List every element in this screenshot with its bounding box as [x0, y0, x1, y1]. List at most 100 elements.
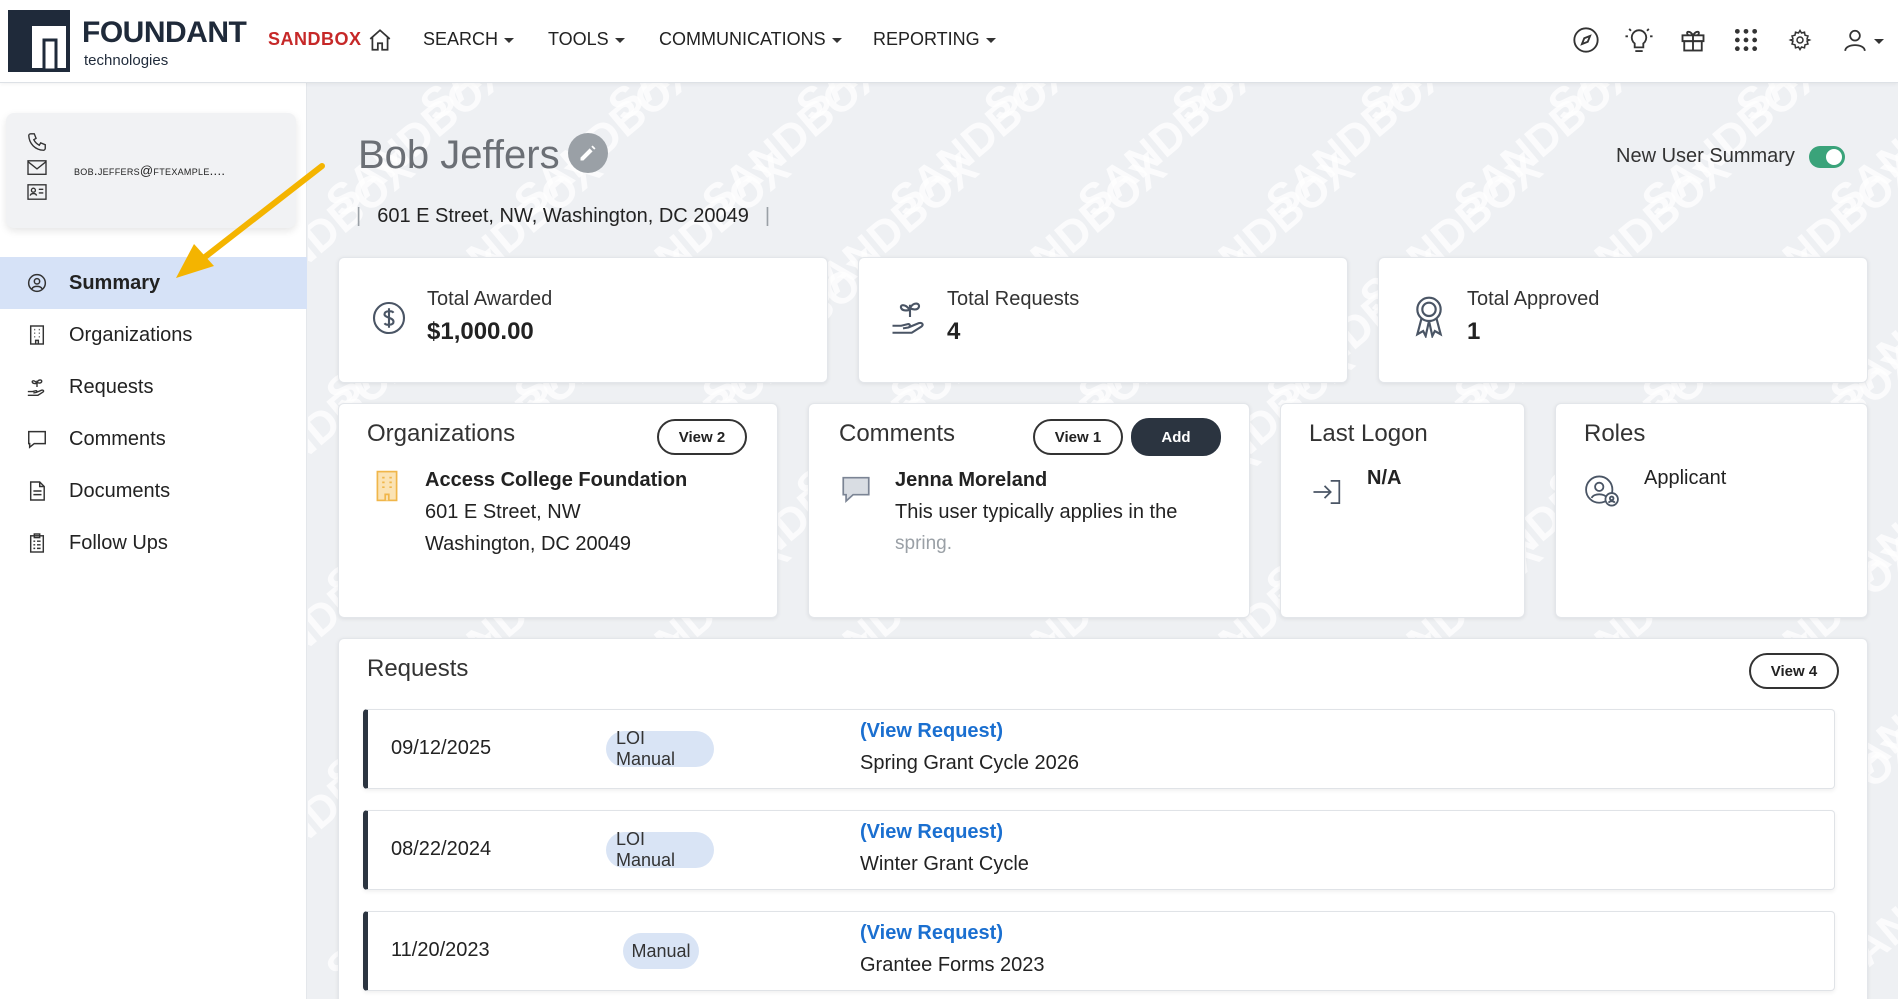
role-value: Applicant: [1644, 467, 1727, 489]
stat-card-total-approved: Total Approved 1: [1378, 257, 1868, 383]
compass-icon[interactable]: [1570, 24, 1602, 56]
chevron-down-icon: [1874, 38, 1884, 44]
chevron-down-icon: [831, 38, 842, 43]
hand-plant-icon: [26, 376, 48, 398]
view-requests-button[interactable]: View 4: [1749, 653, 1839, 689]
watermark-text: SANDBOX: [787, 83, 987, 131]
sidebar-item-organizations[interactable]: Organizations: [0, 309, 307, 361]
roles-card: Roles Applicant: [1555, 403, 1868, 618]
user-role-icon: [1585, 475, 1619, 507]
pencil-icon: [580, 145, 596, 161]
watermark-text: SANDBOX: [411, 83, 611, 131]
sidebar-item-label: Organizations: [69, 323, 193, 346]
request-name: Winter Grant Cycle: [860, 853, 1029, 875]
watermark-text: SANDBOX: [1163, 83, 1363, 131]
menu-reporting[interactable]: REPORTING: [873, 29, 996, 50]
request-type-badge: LOI Manual: [606, 728, 714, 769]
new-user-summary: New User Summary: [1616, 145, 1845, 168]
stat-label: Total Requests: [947, 288, 1080, 310]
comment-text: This user typically applies in the: [895, 501, 1178, 523]
menu-reporting-label: REPORTING: [873, 29, 980, 49]
sidebar-item-documents[interactable]: Documents: [0, 465, 307, 517]
last-logon-value: N/A: [1367, 467, 1402, 489]
view-request-link[interactable]: (View Request): [860, 922, 1003, 945]
sidebar: bob.jeffers@FTExample.... Summary Organi…: [0, 83, 307, 999]
watermark-text: SANDBOX: [1445, 83, 1645, 227]
sidebar-item-label: Comments: [69, 427, 166, 450]
sidebar-item-summary[interactable]: Summary: [0, 257, 307, 309]
logo-name: FOUNDANT: [82, 16, 247, 49]
last-logon-card: Last Logon N/A: [1280, 403, 1525, 618]
request-name: Grantee Forms 2023: [860, 954, 1045, 976]
sidebar-item-label: Documents: [69, 479, 171, 502]
divider: |: [764, 205, 771, 227]
view-request-link[interactable]: (View Request): [860, 821, 1003, 844]
card-title: Comments: [839, 420, 956, 447]
gift-icon[interactable]: [1677, 24, 1709, 56]
request-type-badge: LOI Manual: [606, 829, 714, 870]
watermark-text: SANDBOX: [1069, 83, 1269, 227]
sidebar-item-comments[interactable]: Comments: [0, 413, 307, 465]
org-city: Washington, DC 20049: [425, 533, 632, 555]
hand-plant-icon: [892, 302, 924, 334]
user-menu[interactable]: [1840, 24, 1886, 56]
watermark-text: SANDBOX: [975, 83, 1175, 131]
menu-tools[interactable]: TOOLS: [548, 29, 625, 50]
new-user-summary-label: New User Summary: [1616, 145, 1795, 167]
phone-icon[interactable]: [26, 131, 48, 153]
org-name[interactable]: Access College Foundation: [425, 464, 687, 496]
clipboard-icon: [26, 532, 48, 554]
lightbulb-icon[interactable]: [1623, 24, 1655, 56]
contact-icons: [26, 131, 48, 201]
foundant-logo-mark: [8, 10, 70, 72]
gear-icon[interactable]: [1784, 24, 1816, 56]
stat-label: Total Awarded: [427, 288, 553, 310]
request-date: 11/20/2023: [391, 939, 490, 961]
request-date: 08/22/2024: [391, 838, 492, 860]
card-title: Roles: [1584, 420, 1646, 447]
view-organizations-button[interactable]: View 2: [657, 419, 747, 455]
home-icon[interactable]: [367, 27, 393, 53]
card-title: Organizations: [367, 420, 516, 447]
menu-communications-label: COMMUNICATIONS: [659, 29, 826, 49]
menu-search[interactable]: SEARCH: [423, 29, 515, 50]
sidebar-item-label: Summary: [69, 271, 161, 294]
page-title: Bob Jeffers: [358, 133, 560, 177]
watermark-text: SANDBOX: [1351, 83, 1551, 131]
building-icon: [26, 324, 48, 346]
stat-card-total-awarded: Total Awarded $1,000.00: [338, 257, 828, 383]
comment-text-continued: spring.: [895, 533, 953, 554]
view-comments-button[interactable]: View 1: [1033, 419, 1123, 455]
edit-profile-button[interactable]: [568, 133, 608, 173]
stat-value: 1: [1467, 318, 1481, 345]
add-comment-button[interactable]: Add: [1131, 418, 1221, 456]
sidebar-item-requests[interactable]: Requests: [0, 361, 307, 413]
view-request-link[interactable]: (View Request): [860, 720, 1003, 743]
email-icon[interactable]: [26, 159, 48, 177]
menu-communications[interactable]: COMMUNICATIONS: [659, 29, 842, 50]
comment-icon: [26, 428, 48, 450]
divider: |: [356, 205, 362, 227]
foundant-logo[interactable]: FOUNDANT technologies: [8, 8, 248, 72]
sidebar-item-follow-ups[interactable]: Follow Ups: [0, 517, 307, 569]
menu-search-label: SEARCH: [423, 29, 499, 49]
contact-card: bob.jeffers@FTExample....: [6, 113, 296, 228]
comment-author: Jenna Moreland: [895, 469, 1048, 491]
card-title: Requests: [367, 655, 469, 682]
table-row[interactable]: 08/22/2024 LOI Manual (View Request) Win…: [363, 810, 1835, 890]
new-user-summary-toggle[interactable]: [1808, 145, 1845, 168]
user-circle-icon: [26, 272, 48, 294]
contact-email[interactable]: bob.jeffers@FTExample....: [74, 163, 225, 178]
requests-card: Requests View 4 09/12/2025 LOI Manual (V…: [338, 638, 1868, 999]
id-card-icon[interactable]: [26, 183, 48, 201]
table-row[interactable]: 09/12/2025 LOI Manual (View Request) Spr…: [363, 709, 1835, 789]
table-row[interactable]: 11/20/2023 Manual (View Request) Grantee…: [363, 911, 1835, 991]
organizations-card: Organizations View 2 Access College Foun…: [338, 403, 778, 618]
dollar-icon: [372, 301, 406, 335]
user-icon: [1844, 29, 1866, 52]
logo-subtitle: technologies: [84, 52, 169, 69]
document-icon: [26, 480, 48, 502]
apps-grid-icon[interactable]: [1730, 24, 1762, 56]
sign-in-icon: [1313, 480, 1341, 504]
sidebar-item-label: Follow Ups: [69, 531, 168, 554]
